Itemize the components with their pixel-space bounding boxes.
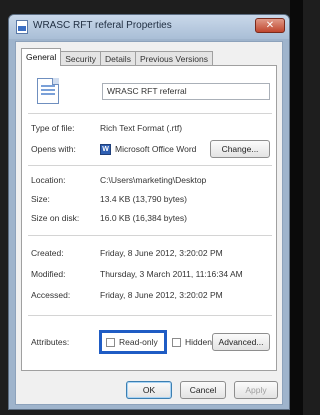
ok-button[interactable]: OK [126, 381, 172, 399]
window-title: WRASC RFT referal Properties [33, 20, 172, 31]
type-of-file-label: Type of file: [31, 123, 75, 133]
dialog-client: General Security Details Previous Versio… [15, 41, 283, 405]
word-app-icon: W [100, 144, 111, 155]
file-name-input[interactable]: WRASC RFT referral [102, 83, 270, 100]
title-bar[interactable]: WRASC RFT referal Properties ✕ [9, 15, 289, 39]
created-value: Friday, 8 June 2012, 3:20:02 PM [100, 248, 223, 258]
tab-strip: General Security Details Previous Versio… [21, 48, 213, 66]
attributes-label: Attributes: [31, 337, 70, 347]
read-only-checkbox[interactable] [106, 338, 115, 347]
apply-button[interactable]: Apply [234, 381, 278, 399]
accessed-label: Accessed: [31, 290, 71, 300]
tab-details[interactable]: Details [99, 51, 136, 66]
created-label: Created: [31, 248, 64, 258]
divider [28, 235, 272, 236]
tab-general[interactable]: General [21, 48, 62, 66]
advanced-button[interactable]: Advanced... [212, 333, 270, 351]
document-icon [16, 20, 28, 34]
opens-with-label: Opens with: [31, 144, 76, 154]
modified-value: Thursday, 3 March 2011, 11:16:34 AM [100, 269, 243, 279]
type-of-file-value: Rich Text Format (.rtf) [100, 123, 183, 133]
size-on-disk-label: Size on disk: [31, 213, 80, 223]
size-value: 13.4 KB (13,790 bytes) [100, 194, 187, 204]
background-edge [290, 0, 303, 415]
read-only-label[interactable]: Read-only [119, 337, 158, 347]
tab-security[interactable]: Security [60, 51, 101, 66]
size-on-disk-value: 16.0 KB (16,384 bytes) [100, 213, 187, 223]
hidden-checkbox[interactable] [172, 338, 181, 347]
divider [28, 165, 272, 166]
general-tab-panel: WRASC RFT referral Type of file: Rich Te… [21, 65, 277, 371]
size-label: Size: [31, 194, 50, 204]
rtf-file-icon [37, 78, 59, 104]
hidden-label[interactable]: Hidden [185, 337, 212, 347]
location-label: Location: [31, 175, 66, 185]
accessed-value: Friday, 8 June 2012, 3:20:02 PM [100, 290, 223, 300]
divider [28, 113, 272, 114]
divider [28, 315, 272, 316]
opens-with-value: Microsoft Office Word [115, 144, 197, 154]
close-button[interactable]: ✕ [255, 18, 285, 33]
tab-previous-versions[interactable]: Previous Versions [134, 51, 213, 66]
cancel-button[interactable]: Cancel [180, 381, 226, 399]
location-value: C:\Users\marketing\Desktop [100, 175, 207, 185]
properties-dialog: WRASC RFT referal Properties ✕ General S… [8, 14, 290, 410]
change-button[interactable]: Change... [210, 140, 270, 158]
modified-label: Modified: [31, 269, 66, 279]
